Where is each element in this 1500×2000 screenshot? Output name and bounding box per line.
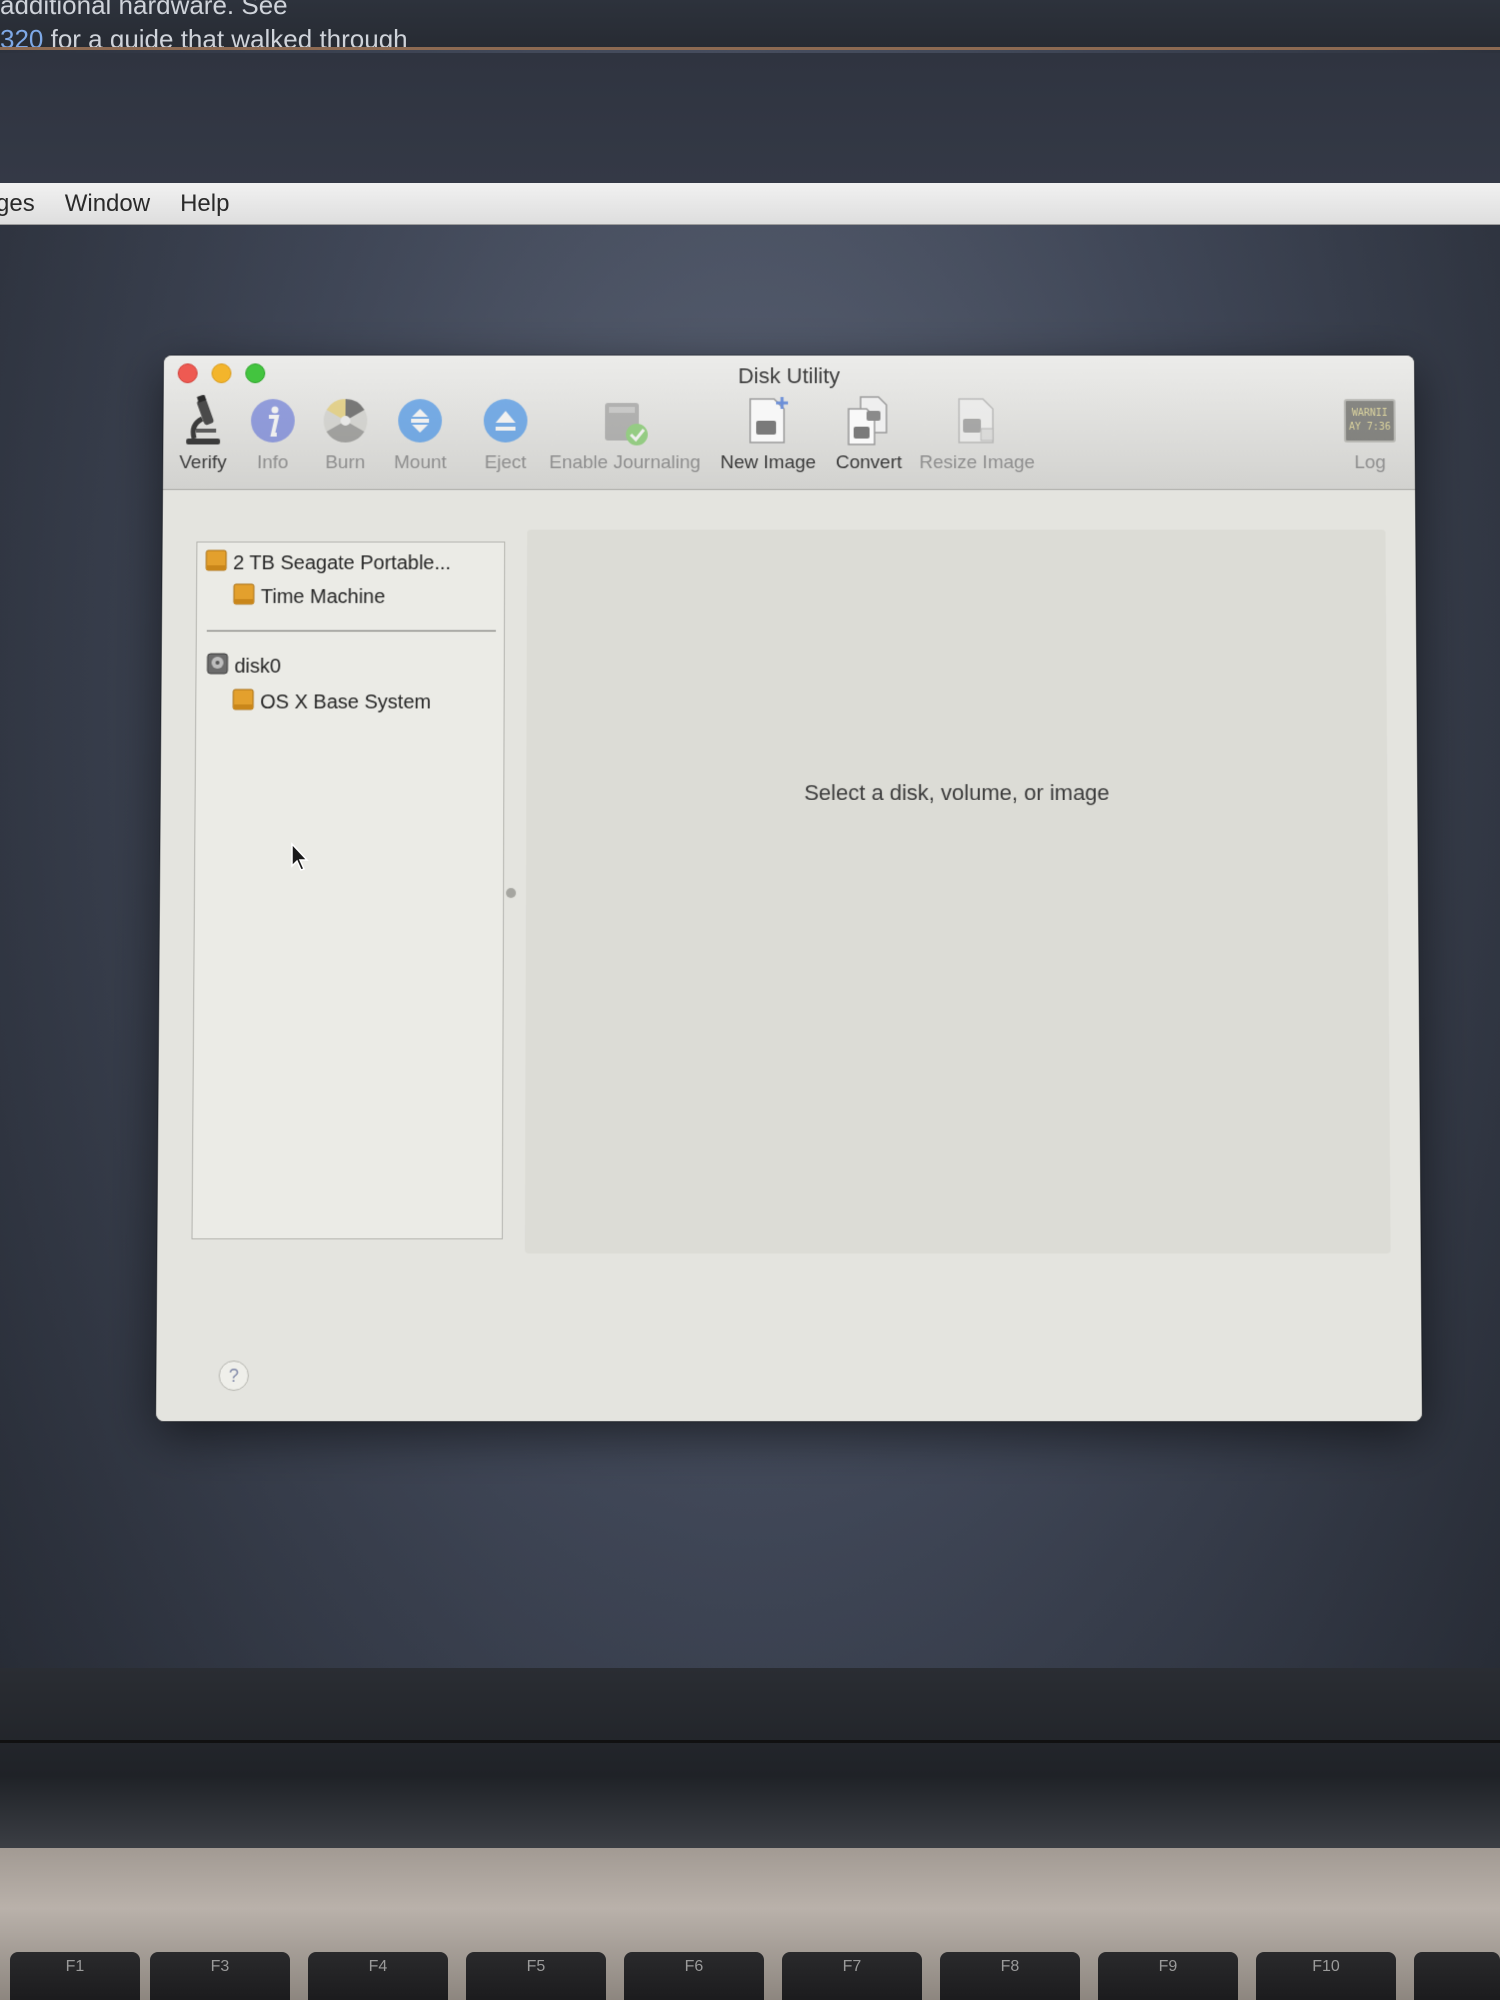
journaling-icon [599,395,651,446]
enable-journaling-button[interactable]: Enable Journaling [549,395,701,474]
mouse-pointer-icon [290,842,310,877]
background-band [0,53,1500,183]
internal-disk-icon [206,652,228,682]
info-button[interactable]: Info [247,395,299,474]
menu-bar: ges Window Help [0,183,1500,225]
menu-images[interactable]: ges [0,190,35,218]
toolbar-label: Verify [179,452,227,474]
log-console-icon: WARNII AY 7:36 [1343,395,1397,446]
toolbar-label: Info [256,452,289,474]
toolbar: Verify Info Burn Mount Eject Enable Jour… [163,395,1415,490]
key-kbd-light-up[interactable]: F6 [624,1952,764,2000]
key-volume-down[interactable] [1414,1952,1500,2000]
new-image-icon [742,395,794,446]
detail-panel: Select a disk, volume, or image [524,529,1391,1254]
convert-icon [843,395,895,446]
sidebar-item-os-x-base-system[interactable]: OS X Base System [232,688,431,718]
toolbar-label: Burn [325,452,366,474]
log-button[interactable]: WARNII AY 7:36 Log [1343,395,1397,474]
key-mission-control[interactable]: F3 [150,1952,290,2000]
toolbar-label: New Image [720,452,816,474]
menu-window[interactable]: Window [65,190,150,218]
background-text: 320 for a guide that walked through [0,24,408,47]
eject-icon [480,395,532,446]
sidebar-item-label: disk0 [234,655,282,678]
background-webpage: additional hardware. See 320 for a guide… [0,0,1500,50]
key-brightness-down[interactable]: F1 [10,1952,140,2000]
bezel-edge [0,1740,1500,1743]
empty-selection-message: Select a disk, volume, or image [804,780,1110,806]
sidebar-item-label: 2 TB Seagate Portable... [233,551,452,574]
toolbar-label: Eject [484,452,527,474]
sidebar-item-seagate[interactable]: 2 TB Seagate Portable... [205,548,451,578]
burn-button[interactable]: Burn [319,395,371,474]
info-icon [247,395,299,446]
convert-button[interactable]: Convert [836,395,902,474]
menu-help[interactable]: Help [180,190,229,218]
laptop-bezel [0,1668,1500,1848]
toolbar-label: Resize Image [919,452,1035,474]
window-title: Disk Utility [737,363,841,389]
window-content: 2 TB Seagate Portable... Time Machine di… [155,490,1423,1422]
disk-list-sidebar: 2 TB Seagate Portable... Time Machine di… [191,541,506,1240]
background-link[interactable]: 320 [0,24,43,47]
verify-button[interactable]: Verify [177,395,229,474]
key-mute[interactable]: F10 [1256,1952,1396,2000]
toolbar-label: Log [1354,452,1386,474]
resize-image-button[interactable]: Resize Image [919,395,1035,474]
new-image-button[interactable]: New Image [720,395,816,474]
title-bar: Disk Utility Verify Info Burn Mount Ejec… [162,355,1416,491]
function-key-row: F1 F3 F4 F5 F6 F7 F8 F9 F10 [0,1952,1500,2000]
mount-button[interactable]: Mount [394,395,447,474]
key-fast-forward[interactable]: F9 [1098,1952,1238,2000]
log-badge-text: WARNII [1351,407,1388,419]
external-drive-icon [205,548,227,578]
volume-icon [233,582,255,612]
key-play-pause[interactable]: F8 [940,1952,1080,2000]
key-rewind[interactable]: F7 [782,1952,922,2000]
background-text: additional hardware. See [0,0,288,20]
resize-image-icon [951,395,1003,446]
microscope-icon [177,395,229,446]
eject-button[interactable]: Eject [480,395,532,474]
sidebar-item-label: Time Machine [260,585,386,608]
sidebar-item-disk0[interactable]: disk0 [206,652,281,682]
toolbar-label: Convert [835,452,902,474]
split-view-handle[interactable] [505,887,516,898]
toolbar-label: Enable Journaling [549,452,701,474]
toolbar-label: Mount [393,452,447,474]
key-launchpad[interactable]: F4 [308,1952,448,2000]
help-button[interactable]: ? [218,1360,249,1391]
volume-icon [232,688,254,718]
log-badge-text: AY 7:36 [1348,421,1391,433]
key-kbd-light-down[interactable]: F5 [466,1952,606,2000]
disk-utility-window: Disk Utility Verify Info Burn Mount Ejec… [155,355,1423,1422]
sidebar-item-time-machine[interactable]: Time Machine [233,582,386,612]
sidebar-divider [206,629,496,632]
mount-icon [394,395,446,446]
burn-icon [319,395,371,446]
sidebar-item-label: OS X Base System [260,691,432,713]
